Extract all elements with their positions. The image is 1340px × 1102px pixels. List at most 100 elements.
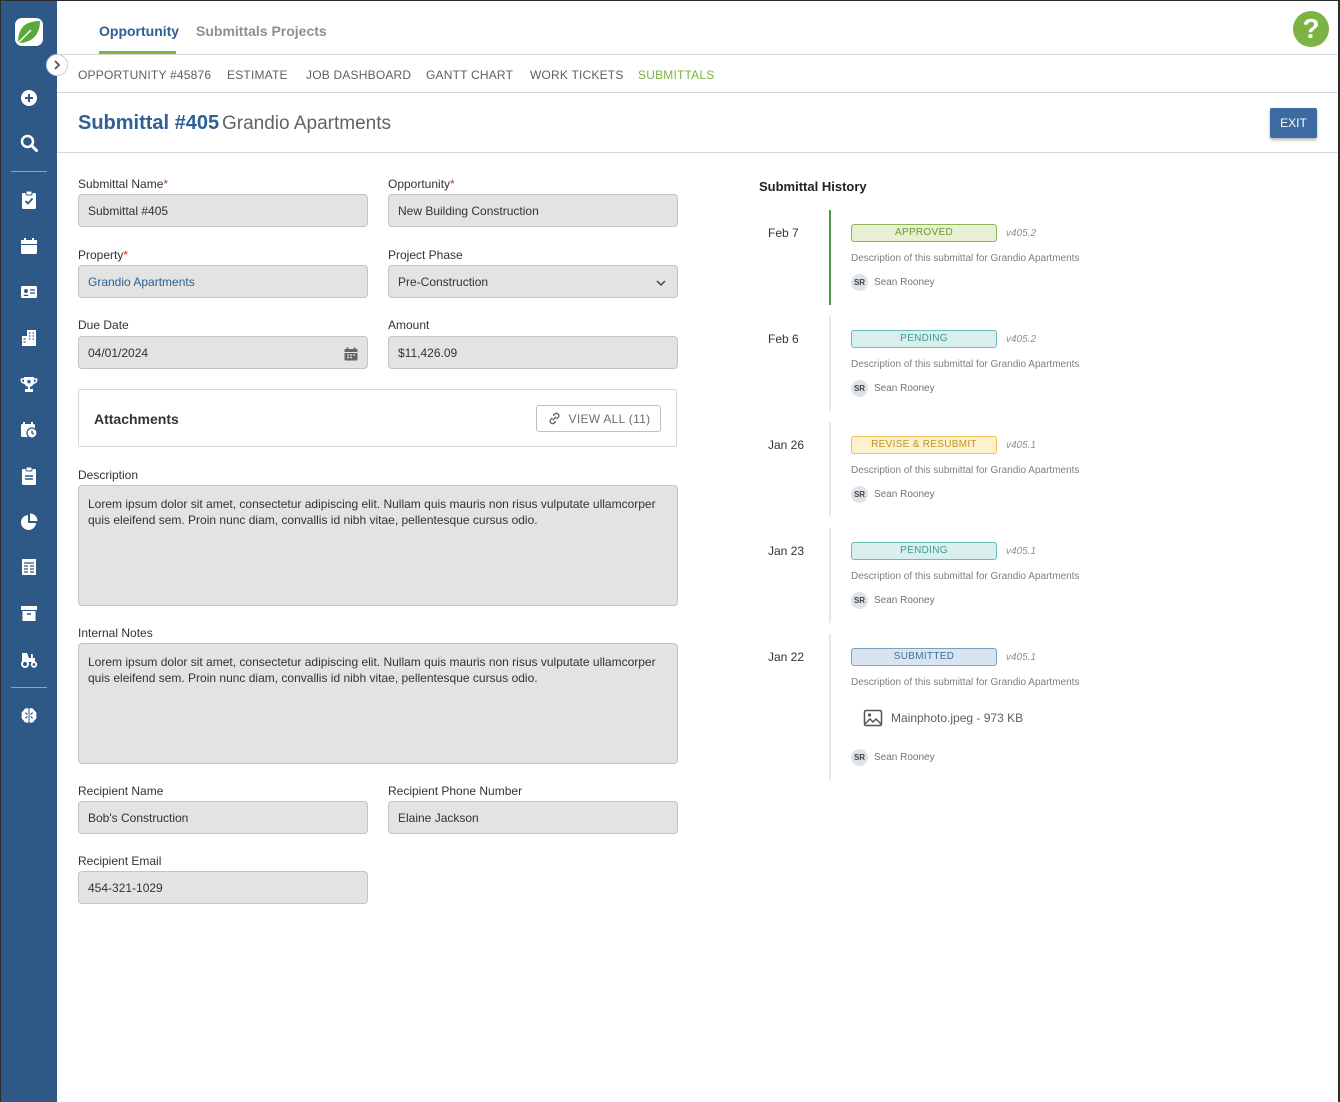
history-date: Feb 6: [768, 332, 799, 346]
recipient-email-label: Recipient Email: [78, 854, 162, 868]
submittal-name-field[interactable]: Submittal #405: [78, 194, 368, 227]
history-user: Sean Rooney: [874, 595, 935, 606]
history-version: v405.1: [1006, 440, 1037, 451]
history-user: Sean Rooney: [874, 752, 935, 763]
subnav-work-tickets[interactable]: WORK TICKETS: [530, 68, 624, 82]
due-date-field[interactable]: 04/01/2024: [78, 336, 368, 369]
logo-icon[interactable]: [14, 17, 44, 47]
help-icon[interactable]: ?: [1293, 11, 1329, 47]
history-version: v405.2: [1006, 334, 1037, 345]
sidebar-divider: [11, 687, 47, 688]
history-timeline-line: [829, 634, 831, 780]
view-all-attachments-button[interactable]: VIEW ALL (11): [536, 405, 661, 432]
calendar-icon[interactable]: [15, 232, 43, 260]
history-date: Feb 7: [768, 226, 799, 240]
recipient-name-field[interactable]: Bob's Construction: [78, 801, 368, 834]
history-version: v405.1: [1006, 652, 1037, 663]
calendar-icon[interactable]: [343, 346, 359, 362]
status-badge: PENDING: [851, 542, 997, 560]
submittal-name-label: Submittal Name*: [78, 177, 169, 191]
status-badge: SUBMITTED: [851, 648, 997, 666]
internal-notes-textarea[interactable]: Lorem ipsum dolor sit amet, consectetur …: [78, 643, 678, 764]
trophy-icon[interactable]: [15, 370, 43, 398]
property-link[interactable]: Grandio Apartments: [78, 265, 368, 298]
recipient-phone-label: Recipient Phone Number: [388, 784, 523, 798]
avatar: SR: [851, 592, 868, 609]
status-badge: PENDING: [851, 330, 997, 348]
attachment-file[interactable]: Mainphoto.jpeg - 973 KB: [863, 708, 1023, 728]
buildings-icon[interactable]: [15, 324, 43, 352]
clipboard-check-icon[interactable]: [15, 186, 43, 214]
project-phase-label: Project Phase: [388, 248, 463, 262]
top-tab-bar: Opportunity Submittals Projects ?: [57, 1, 1338, 55]
history-timeline-line: [829, 422, 831, 517]
project-phase-value: Pre-Construction: [398, 275, 489, 289]
tab-submittals-projects[interactable]: Submittals Projects: [196, 23, 327, 39]
tab-opportunity[interactable]: Opportunity: [99, 23, 179, 39]
sidebar-divider: [11, 171, 47, 172]
subnav-job-dashboard[interactable]: JOB DASHBOARD: [306, 68, 411, 82]
sub-navigation: OPPORTUNITY #45876 ESTIMATE JOB DASHBOAR…: [57, 55, 1338, 93]
clipboard-icon[interactable]: [15, 462, 43, 490]
brain-icon[interactable]: [15, 702, 43, 730]
history-date: Jan 26: [768, 438, 805, 452]
status-badge: APPROVED: [851, 224, 997, 242]
exit-button[interactable]: EXIT: [1270, 108, 1317, 138]
history-version: v405.2: [1006, 228, 1037, 239]
sidebar: [1, 1, 57, 1102]
page-title: Submittal #405: [78, 112, 220, 134]
history-description: Description of this submittal for Grandi…: [851, 571, 1080, 582]
history-timeline-line: [829, 210, 831, 305]
subnav-estimate[interactable]: ESTIMATE: [227, 68, 288, 82]
link-icon: [549, 412, 560, 425]
chevron-right-icon: [54, 60, 61, 70]
description-label: Description: [78, 468, 139, 482]
app-window: Opportunity Submittals Projects ? OPPORT…: [1, 1, 1338, 1102]
due-date-value: 04/01/2024: [88, 346, 149, 360]
invoice-icon[interactable]: [15, 553, 43, 581]
avatar: SR: [851, 749, 868, 766]
history-timeline-line: [829, 528, 831, 623]
property-label: Property*: [78, 248, 129, 262]
due-date-label: Due Date: [78, 318, 129, 332]
subnav-submittals[interactable]: SUBMITTALS: [638, 68, 714, 82]
page-subtitle: Grandio Apartments: [222, 113, 391, 134]
amount-label: Amount: [388, 318, 430, 332]
sidebar-collapse-toggle[interactable]: [46, 54, 68, 76]
chevron-down-icon: [656, 280, 666, 287]
status-badge: REVISE & RESUBMIT: [851, 436, 997, 454]
opportunity-field[interactable]: New Building Construction: [388, 194, 678, 227]
contact-card-icon[interactable]: [15, 278, 43, 306]
active-tab-indicator: [99, 51, 176, 54]
recipient-email-field[interactable]: 454-321-1029: [78, 871, 368, 904]
project-phase-select[interactable]: Pre-Construction: [388, 265, 678, 298]
calendar-clock-icon[interactable]: [15, 416, 43, 444]
history-description: Description of this submittal for Grandi…: [851, 253, 1080, 264]
avatar: SR: [851, 274, 868, 291]
subnav-opportunity[interactable]: OPPORTUNITY #45876: [78, 68, 211, 82]
history-description: Description of this submittal for Grandi…: [851, 359, 1080, 370]
history-title: Submittal History: [759, 179, 867, 194]
history-description: Description of this submittal for Grandi…: [851, 465, 1080, 476]
history-description: Description of this submittal for Grandi…: [851, 677, 1080, 688]
description-textarea[interactable]: Lorem ipsum dolor sit amet, consectetur …: [78, 485, 678, 606]
history-user: Sean Rooney: [874, 277, 935, 288]
avatar: SR: [851, 380, 868, 397]
subnav-gantt-chart[interactable]: GANTT CHART: [426, 68, 513, 82]
history-timeline-line: [829, 316, 831, 411]
archive-icon[interactable]: [15, 599, 43, 627]
opportunity-label: Opportunity*: [388, 177, 455, 191]
history-version: v405.1: [1006, 546, 1037, 557]
recipient-phone-field[interactable]: Elaine Jackson: [388, 801, 678, 834]
tractor-icon[interactable]: [15, 645, 43, 673]
view-all-label: VIEW ALL (11): [568, 411, 651, 426]
pie-chart-icon[interactable]: [15, 508, 43, 536]
image-icon: [863, 709, 883, 727]
add-icon[interactable]: [15, 84, 43, 112]
page-header: Submittal #405 Grandio Apartments EXIT: [57, 93, 1338, 153]
amount-field[interactable]: $11,426.09: [388, 336, 678, 369]
internal-notes-label: Internal Notes: [78, 626, 153, 640]
avatar: SR: [851, 486, 868, 503]
history-date: Jan 23: [768, 544, 805, 558]
search-icon[interactable]: [15, 129, 43, 157]
